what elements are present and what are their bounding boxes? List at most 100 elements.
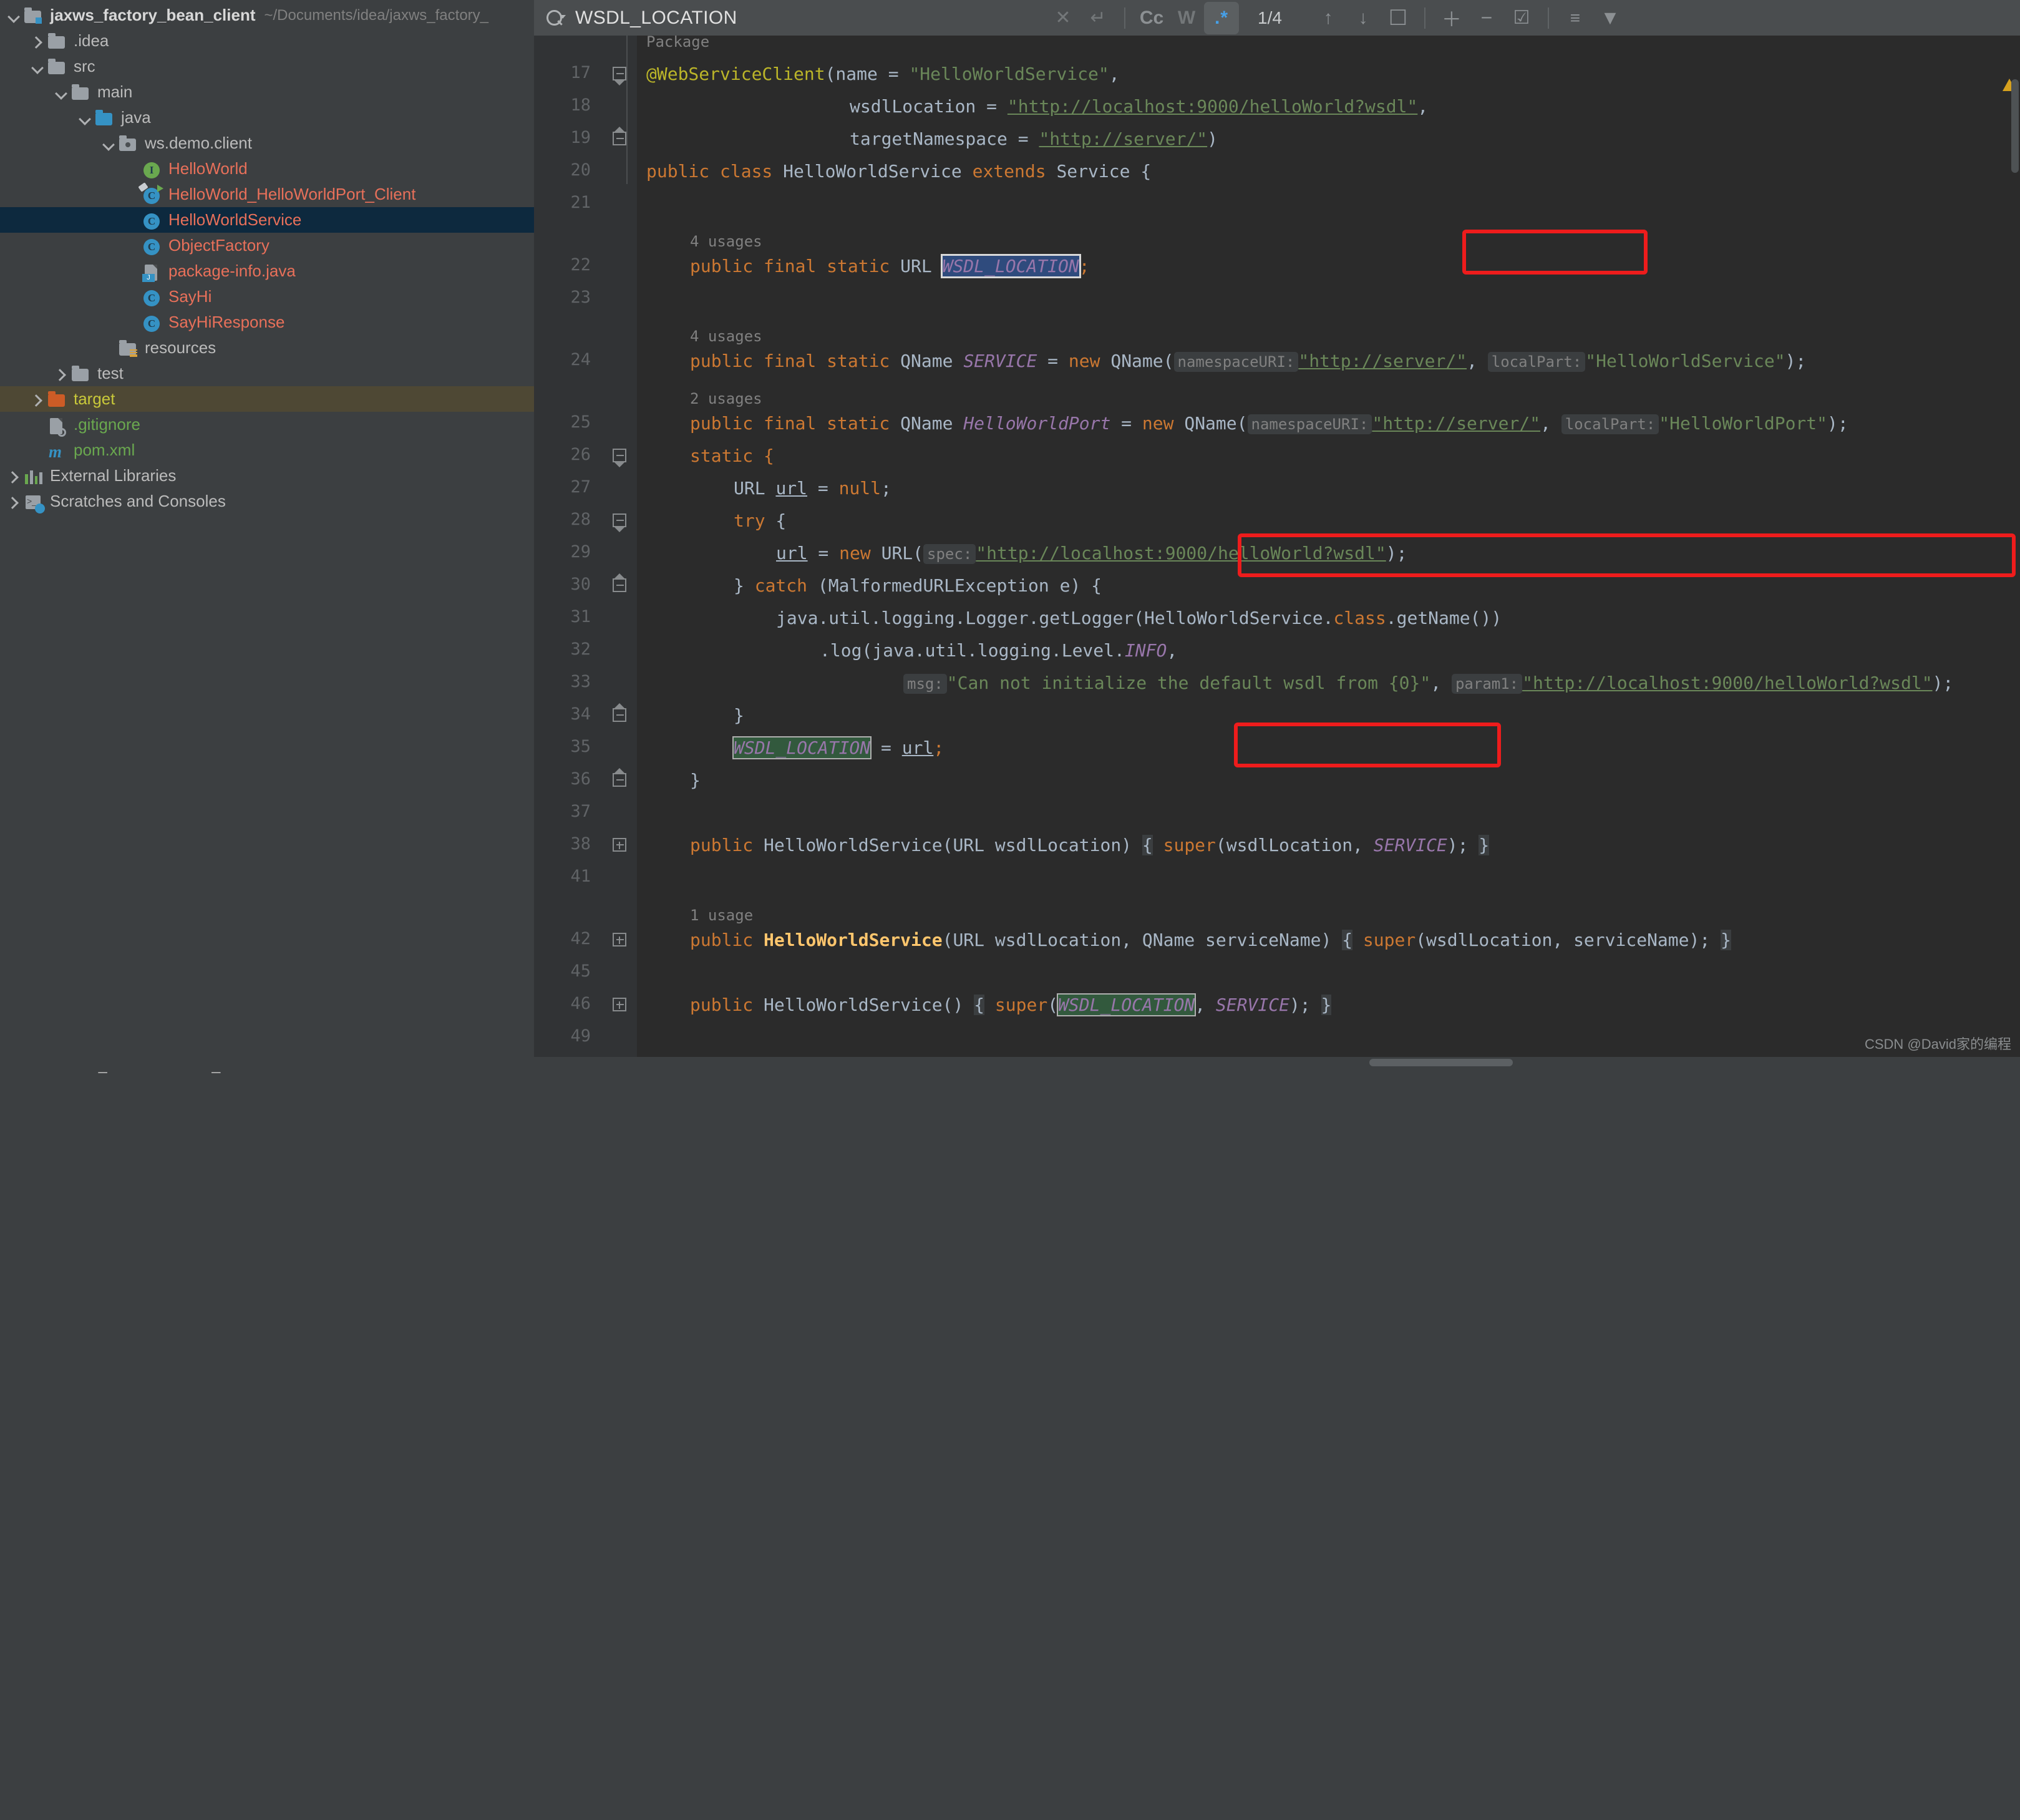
arrow-up-icon[interactable]: ↑ xyxy=(1311,2,1346,34)
code-line-34: } xyxy=(734,705,744,726)
tree-item-java[interactable]: java xyxy=(0,105,534,130)
tree-item-sayhiresponse[interactable]: C SayHiResponse xyxy=(0,309,534,335)
code-fold-toggle[interactable] xyxy=(613,127,628,147)
chevron-right-icon[interactable] xyxy=(5,468,21,484)
tree-item-gitignore[interactable]: .gitignore xyxy=(0,412,534,437)
editor-pane: WSDL_LOCATION ✕ ↵ Cc W .* 1/4 ↑ ↓ ☐ ＋ − … xyxy=(534,0,2020,1072)
code-line-33: msg: "Can not initialize the default wsdl… xyxy=(903,667,1953,700)
line-number: 32 xyxy=(570,640,591,659)
tree-item-target[interactable]: target xyxy=(0,386,534,412)
vertical-scrollbar[interactable] xyxy=(2011,79,2019,173)
search-input[interactable]: WSDL_LOCATION xyxy=(534,7,1046,29)
param-hint-param1: param1: xyxy=(1451,674,1523,694)
remove-selection-icon[interactable]: − xyxy=(1469,2,1504,34)
code-fold-toggle[interactable] xyxy=(613,768,628,788)
project-root-path: ~/Documents/idea/jaxws_factory_ xyxy=(264,6,489,24)
tree-item-helloworld[interactable]: I HelloWorld xyxy=(0,156,534,182)
code-fold-toggle[interactable] xyxy=(613,573,628,593)
select-all-occurrences-icon[interactable]: ☑ xyxy=(1504,2,1539,34)
chevron-down-icon[interactable] xyxy=(52,84,69,100)
tree-item-package-info-java[interactable]: Jpackage-info.java xyxy=(0,258,534,284)
code-fold-toggle[interactable] xyxy=(613,449,628,467)
line-number: 23 xyxy=(570,288,591,307)
code-line-28: try { xyxy=(734,510,787,531)
tree-item-resources[interactable]: resources xyxy=(0,335,534,361)
libraries-icon xyxy=(22,467,44,485)
chevron-down-icon[interactable] xyxy=(5,7,21,24)
open-in-new-window-icon[interactable]: ☐ xyxy=(1381,2,1415,34)
project-root-row[interactable]: jaxws_factory_bean_client ~/Documents/id… xyxy=(0,2,534,28)
java-file-icon: J xyxy=(141,262,162,282)
wsdl-location-declaration-box xyxy=(1462,230,1648,275)
arrow-down-icon[interactable]: ↓ xyxy=(1346,2,1381,34)
horizontal-scrollbar[interactable] xyxy=(1369,1059,1513,1066)
module-icon xyxy=(22,6,44,25)
find-toolbar[interactable]: WSDL_LOCATION ✕ ↵ Cc W .* 1/4 ↑ ↓ ☐ ＋ − … xyxy=(534,0,2020,36)
chevron-down-icon[interactable] xyxy=(100,135,116,152)
tree-item-src[interactable]: src xyxy=(0,54,534,79)
code-line-46: public HelloWorldService() { super(WSDL_… xyxy=(690,993,1332,1016)
tree-item-objectfactory[interactable]: C ObjectFactory xyxy=(0,233,534,258)
gitignore-file-icon xyxy=(46,416,67,437)
line-number: 45 xyxy=(570,961,591,981)
tree-item-label: ObjectFactory xyxy=(168,236,269,255)
chevron-down-icon[interactable] xyxy=(29,59,45,75)
class-icon: C xyxy=(141,211,162,230)
match-case-button[interactable]: Cc xyxy=(1134,2,1169,34)
words-button[interactable]: W xyxy=(1169,2,1204,34)
chevron-right-icon[interactable] xyxy=(52,366,69,382)
code-fold-toggle[interactable] xyxy=(613,838,628,853)
tree-item-helloworld-helloworldport-client[interactable]: C HelloWorld_HelloWorldPort_Client xyxy=(0,182,534,207)
line-number: 49 xyxy=(570,1026,591,1046)
line-number: 33 xyxy=(570,672,591,691)
tree-item-ws-demo-client[interactable]: ws.demo.client xyxy=(0,130,534,156)
close-icon[interactable]: ✕ xyxy=(1046,2,1080,34)
param-hint-msg: msg: xyxy=(903,674,947,694)
add-selection-icon[interactable]: ＋ xyxy=(1434,2,1469,34)
tree-item-test[interactable]: test xyxy=(0,361,534,386)
code-line-30: } catch (MalformedURLException e) { xyxy=(734,575,1102,596)
project-tree-panel[interactable]: jaxws_factory_bean_client ~/Documents/id… xyxy=(0,0,534,1072)
tree-item-idea[interactable]: .idea xyxy=(0,28,534,54)
search-icon[interactable] xyxy=(545,9,566,27)
tree-item-helloworldservice[interactable]: C HelloWorldService xyxy=(0,207,534,233)
restore-icon[interactable]: ↵ xyxy=(1080,2,1115,34)
preview-icon[interactable]: ≡ xyxy=(1558,2,1593,34)
line-number: 22 xyxy=(570,255,591,275)
tree-item-label: SayHi xyxy=(168,287,212,306)
class-icon: C xyxy=(141,288,162,306)
source-folder-icon xyxy=(94,109,115,127)
code-fold-toggle[interactable] xyxy=(613,998,628,1013)
code-fold-toggle[interactable] xyxy=(613,67,628,85)
regex-button[interactable]: .* xyxy=(1204,1,1239,34)
param-hint-namespaceuri-2: namespaceURI: xyxy=(1247,414,1372,434)
chevron-right-icon[interactable] xyxy=(29,33,45,49)
chevron-down-icon[interactable] xyxy=(76,110,92,126)
chevron-right-icon[interactable] xyxy=(29,391,45,407)
chevron-right-icon[interactable] xyxy=(5,494,21,510)
code-line-24: public final static QName SERVICE = new … xyxy=(690,351,1807,372)
tree-item-pom-xml[interactable]: m pom.xml xyxy=(0,437,534,463)
code-fold-toggle[interactable] xyxy=(613,703,628,723)
tree-item-external-libraries[interactable]: External Libraries xyxy=(0,463,534,489)
search-match-highlight-1: WSDL_LOCATION xyxy=(940,254,1081,278)
search-query-text: WSDL_LOCATION xyxy=(575,7,737,28)
tree-item-scratches-and-consoles[interactable]: >_ Scratches and Consoles xyxy=(0,489,534,514)
tree-item-label: ws.demo.client xyxy=(145,134,252,152)
tree-item-label: main xyxy=(97,82,133,101)
tree-item-main[interactable]: main xyxy=(0,79,534,105)
bottom-strip xyxy=(0,1057,2020,1072)
code-fold-toggle[interactable] xyxy=(613,933,628,948)
line-number: 41 xyxy=(570,867,591,886)
code-fold-toggle[interactable] xyxy=(613,513,628,532)
tree-item-label: package-info.java xyxy=(168,261,296,280)
tree-item-sayhi[interactable]: C SayHi xyxy=(0,284,534,309)
tree-item-label: .gitignore xyxy=(74,415,140,434)
filter-icon[interactable]: ▼ xyxy=(1593,2,1628,34)
